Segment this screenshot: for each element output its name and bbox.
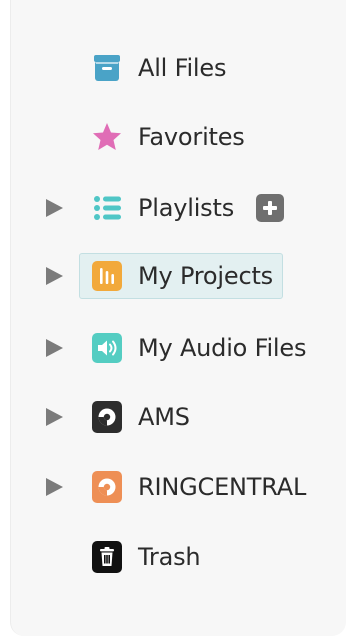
add-playlist-button[interactable] bbox=[256, 194, 284, 222]
sidebar-tree: All Files Favorites Playlists My Project… bbox=[10, 0, 346, 636]
tree-item-label: RINGCENTRAL bbox=[138, 473, 307, 501]
tree-item-my-audio-files[interactable]: My Audio Files bbox=[79, 325, 315, 371]
tree-item-label: My Projects bbox=[138, 262, 273, 290]
tree-row-my-projects: My Projects bbox=[11, 253, 346, 299]
list-icon bbox=[90, 191, 124, 225]
tree-item-label: My Audio Files bbox=[138, 334, 307, 362]
tree-row-ams: AMS bbox=[11, 394, 346, 440]
expand-arrow-icon[interactable] bbox=[46, 478, 63, 496]
expand-arrow-icon[interactable] bbox=[46, 267, 63, 285]
tree-row-favorites: Favorites bbox=[11, 114, 346, 160]
expand-arrow-icon[interactable] bbox=[46, 408, 63, 426]
tree-row-ringcentral: RINGCENTRAL bbox=[11, 464, 346, 510]
tree-row-my-audio-files: My Audio Files bbox=[11, 325, 346, 371]
tree-item-ringcentral[interactable]: RINGCENTRAL bbox=[79, 464, 315, 510]
tree-item-label: AMS bbox=[138, 403, 190, 431]
trash-icon bbox=[90, 540, 124, 574]
expand-arrow-icon[interactable] bbox=[46, 339, 63, 357]
disc-icon bbox=[90, 470, 124, 504]
tree-row-trash: Trash bbox=[11, 534, 346, 580]
tree-item-label: Playlists bbox=[138, 194, 235, 222]
tree-item-label: Favorites bbox=[138, 123, 245, 151]
tree-item-label: Trash bbox=[138, 543, 201, 571]
tree-item-all-files[interactable]: All Files bbox=[79, 45, 235, 91]
audio-bars-icon bbox=[90, 259, 124, 293]
tree-item-label: All Files bbox=[138, 54, 227, 82]
speaker-icon bbox=[90, 331, 124, 365]
expand-arrow-icon[interactable] bbox=[46, 199, 63, 217]
archive-box-icon bbox=[90, 51, 124, 85]
disc-icon bbox=[90, 400, 124, 434]
tree-item-ams[interactable]: AMS bbox=[79, 394, 199, 440]
tree-row-playlists: Playlists bbox=[11, 185, 346, 231]
star-icon bbox=[90, 120, 124, 154]
tree-item-trash[interactable]: Trash bbox=[79, 534, 209, 580]
tree-item-playlists[interactable]: Playlists bbox=[79, 185, 243, 231]
tree-item-my-projects[interactable]: My Projects bbox=[79, 253, 283, 299]
tree-row-all-files: All Files bbox=[11, 45, 346, 91]
tree-item-favorites[interactable]: Favorites bbox=[79, 114, 254, 160]
